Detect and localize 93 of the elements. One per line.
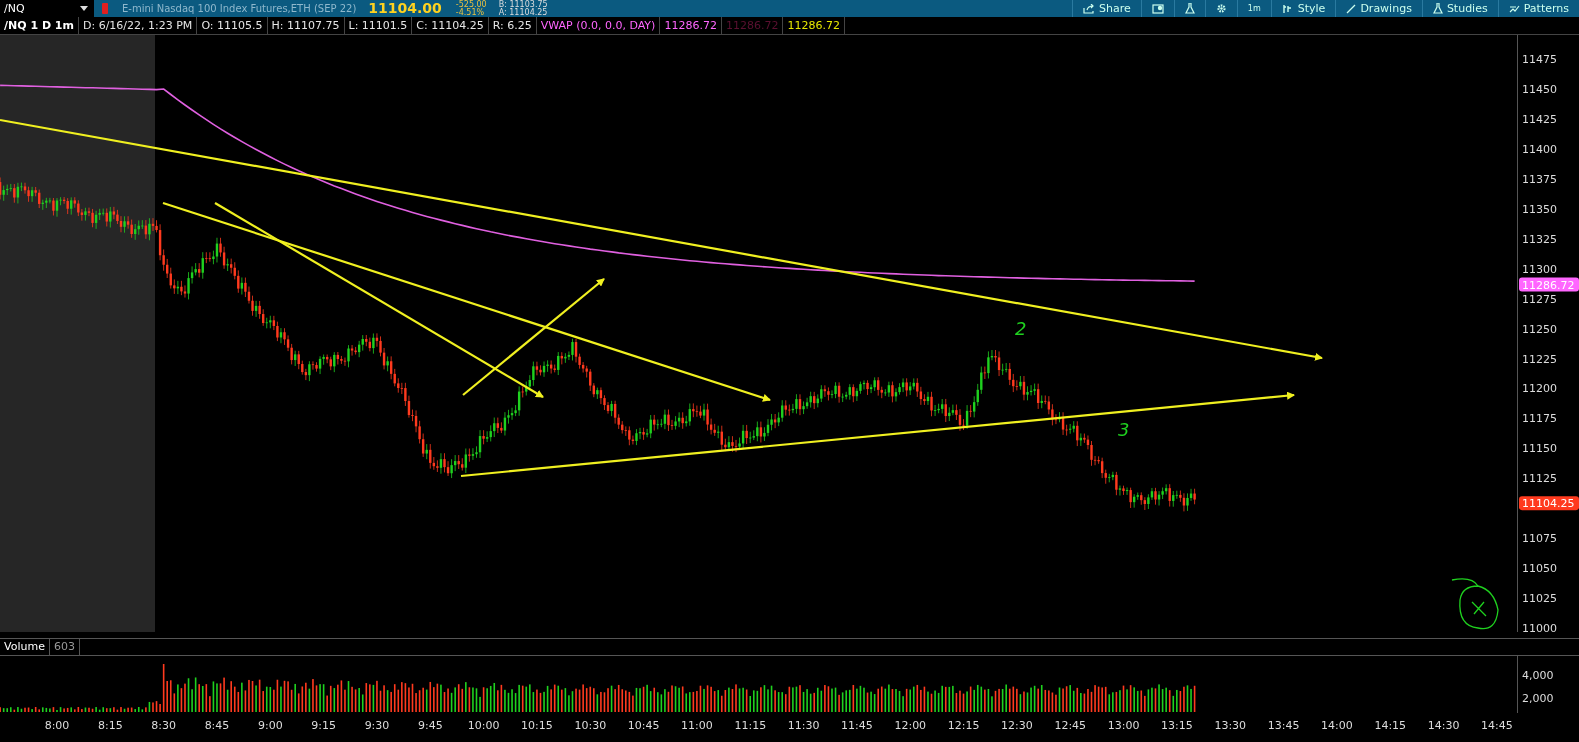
price-tick-label: 11200 xyxy=(1522,382,1557,396)
price-tick-label: 11400 xyxy=(1522,142,1557,156)
patterns-button[interactable]: Patterns xyxy=(1497,0,1579,17)
price-tick-label: 11175 xyxy=(1522,412,1557,426)
volume-tick-label: 4,000 xyxy=(1522,669,1554,682)
time-tick-label: 10:15 xyxy=(521,719,553,732)
ohlc-field: O: 11105.5 xyxy=(197,17,268,34)
trend-arrow[interactable] xyxy=(460,391,1295,478)
studies-button[interactable]: Studies xyxy=(1421,0,1498,17)
time-tick-label: 11:00 xyxy=(681,719,713,732)
time-tick-label: 14:45 xyxy=(1481,719,1513,732)
alert-icon xyxy=(1151,3,1164,14)
time-tick-label: 12:30 xyxy=(1001,719,1033,732)
handwritten-label: 3 xyxy=(1118,419,1130,440)
chart-title: /NQ 1 D 1m xyxy=(0,17,79,34)
ohlc-field: L: 11101.5 xyxy=(344,17,413,34)
pencil-line-icon xyxy=(1346,3,1357,14)
time-tick-label: 13:15 xyxy=(1161,719,1193,732)
study-value: 11286.72 xyxy=(660,17,722,34)
circled-x-drawing xyxy=(1451,578,1499,630)
time-tick-label: 9:45 xyxy=(417,719,443,732)
price-tick-label: 11475 xyxy=(1522,53,1557,66)
net-change: -525.00 xyxy=(455,0,487,9)
ohlc-field: R: 6.25 xyxy=(488,17,537,34)
study-value: 11286.72 xyxy=(783,17,845,34)
price-tick-label: 11300 xyxy=(1522,262,1557,276)
time-tick-label: 13:45 xyxy=(1267,719,1300,732)
handwritten-label: 2 xyxy=(1015,318,1027,339)
time-tick-label: 9:30 xyxy=(364,719,390,732)
share-button[interactable]: Share xyxy=(1072,0,1141,17)
style-button[interactable]: Style xyxy=(1270,0,1336,17)
price-tick-label: 11125 xyxy=(1522,472,1557,486)
pattern-chart-icon xyxy=(1508,3,1520,14)
flask-icon xyxy=(1184,3,1195,14)
time-tick-label: 11:45 xyxy=(841,719,873,732)
price-tick-label: 11000 xyxy=(1522,622,1557,632)
time-tick-label: 10:30 xyxy=(574,719,607,732)
price-tick-label: 11450 xyxy=(1522,82,1557,96)
drawings-button[interactable]: Drawings xyxy=(1335,0,1422,17)
time-tick-label: 9:15 xyxy=(311,719,336,732)
time-tick-label: 10:00 xyxy=(467,719,500,732)
price-tick-label: 11325 xyxy=(1522,232,1557,246)
time-tick-label: 8:30 xyxy=(151,719,176,732)
price-tick-label: 11050 xyxy=(1522,562,1557,576)
study-value: VWAP (0.0, 0.0, DAY) xyxy=(536,17,661,34)
time-tick-label: 13:30 xyxy=(1214,719,1247,732)
price-tick-label: 11425 xyxy=(1522,112,1557,126)
time-tick-label: 8:00 xyxy=(44,719,70,732)
share-icon xyxy=(1083,3,1096,14)
bid-price: B: 11103.75 xyxy=(498,0,548,9)
ohlc-field: H: 11107.75 xyxy=(267,17,345,34)
ohlc-field: D: 6/16/22, 1:23 PM xyxy=(78,17,198,34)
time-tick-label: 14:30 xyxy=(1427,719,1460,732)
price-badge: 11104.25 xyxy=(1519,496,1579,511)
time-tick-label: 10:45 xyxy=(627,719,660,732)
volume-label: Volume xyxy=(0,639,50,655)
price-tick-label: 11025 xyxy=(1522,592,1557,606)
price-tick-label: 11275 xyxy=(1522,292,1557,306)
time-tick-label: 12:15 xyxy=(947,719,980,732)
price-tick-label: 11075 xyxy=(1522,532,1557,546)
price-tick-label: 11375 xyxy=(1522,172,1557,186)
price-tick-label: 11225 xyxy=(1522,352,1557,366)
price-tick-label: 11350 xyxy=(1522,202,1557,216)
volume-value: 603 xyxy=(49,639,80,655)
symbol-field[interactable]: /NQ xyxy=(0,0,94,17)
sliders-icon xyxy=(1281,3,1294,14)
time-tick-label: 12:45 xyxy=(1054,719,1087,732)
volume-tick-label: 2,000 xyxy=(1522,692,1554,705)
time-tick-label: 8:15 xyxy=(98,719,123,732)
trend-arrow[interactable] xyxy=(162,201,771,402)
time-tick-label: 11:15 xyxy=(734,719,767,732)
time-tick-label: 13:00 xyxy=(1107,719,1140,732)
price-tick-label: 11150 xyxy=(1522,442,1557,456)
ohlc-field: C: 11104.25 xyxy=(412,17,489,34)
price-badge: 11286.72 xyxy=(1519,277,1579,292)
study-value: 11286.72 xyxy=(721,17,784,34)
time-tick-label: 12:00 xyxy=(894,719,927,732)
price-tick-label: 11250 xyxy=(1522,322,1557,336)
time-tick-label: 9:00 xyxy=(257,719,283,732)
dropdown-caret-icon xyxy=(80,6,88,11)
last-price: 11104.00 xyxy=(368,0,442,17)
flask-icon xyxy=(1432,3,1443,14)
time-tick-label: 8:45 xyxy=(204,719,230,732)
ask-price: A: 11104.25 xyxy=(498,8,548,17)
time-tick-label: 14:15 xyxy=(1374,719,1407,732)
time-tick-label: 11:30 xyxy=(787,719,820,732)
instrument-description: E-mini Nasdaq 100 Index Futures,ETH (SEP 22) xyxy=(122,3,357,14)
trend-arrow[interactable] xyxy=(462,278,605,396)
time-tick-label: 14:00 xyxy=(1321,719,1353,732)
interval-button[interactable]: 1m xyxy=(1236,0,1271,17)
settings-icon xyxy=(1215,3,1227,14)
percent-change: -4.51% xyxy=(455,8,486,17)
trend-arrow[interactable] xyxy=(214,202,544,398)
